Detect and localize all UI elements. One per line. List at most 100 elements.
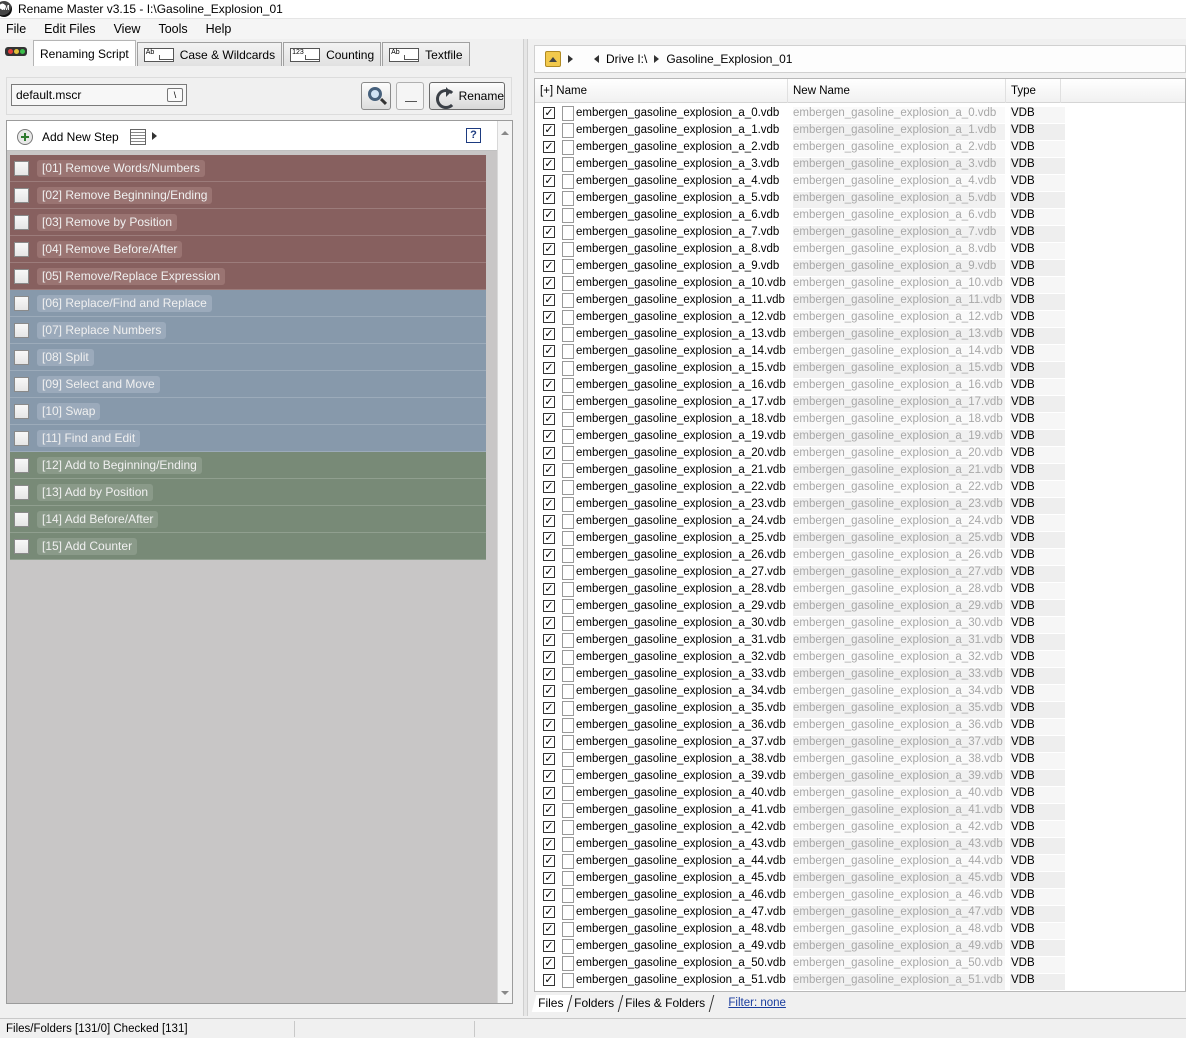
- step-checkbox[interactable]: [14, 539, 29, 554]
- file-checkbox[interactable]: ✓: [543, 651, 555, 663]
- file-row[interactable]: ✓ embergen_gasoline_explosion_a_37.vdb emb…: [535, 735, 1185, 752]
- file-checkbox[interactable]: ✓: [543, 311, 555, 323]
- file-row[interactable]: ✓ embergen_gasoline_explosion_a_25.vdb emb…: [535, 531, 1185, 548]
- tab-counting[interactable]: 123 Counting: [283, 42, 382, 66]
- file-checkbox[interactable]: ✓: [543, 617, 555, 629]
- file-row[interactable]: ✓ embergen_gasoline_explosion_a_19.vdb emb…: [535, 429, 1185, 446]
- file-checkbox[interactable]: ✓: [543, 175, 555, 187]
- file-row[interactable]: ✓ embergen_gasoline_explosion_a_20.vdb emb…: [535, 446, 1185, 463]
- file-row[interactable]: ✓ embergen_gasoline_explosion_a_41.vdb emb…: [535, 803, 1185, 820]
- scroll-up-icon[interactable]: [501, 127, 509, 135]
- file-checkbox[interactable]: ✓: [543, 787, 555, 799]
- file-row[interactable]: ✓ embergen_gasoline_explosion_a_51.vdb emb…: [535, 973, 1185, 990]
- file-row[interactable]: ✓ embergen_gasoline_explosion_a_31.vdb emb…: [535, 633, 1185, 650]
- file-checkbox[interactable]: ✓: [543, 141, 555, 153]
- step-checkbox[interactable]: [14, 323, 29, 338]
- file-row[interactable]: ✓ embergen_gasoline_explosion_a_44.vdb emb…: [535, 854, 1185, 871]
- file-checkbox[interactable]: ✓: [543, 379, 555, 391]
- folder-up-icon[interactable]: [545, 51, 561, 67]
- step-label[interactable]: [03] Remove by Position: [37, 214, 178, 231]
- file-checkbox[interactable]: ✓: [543, 413, 555, 425]
- step-item[interactable]: [03] Remove by Position: [10, 209, 486, 236]
- file-checkbox[interactable]: ✓: [543, 821, 555, 833]
- file-row[interactable]: ✓ embergen_gasoline_explosion_a_10.vdb emb…: [535, 276, 1185, 293]
- file-row[interactable]: ✓ embergen_gasoline_explosion_a_6.vdb embe…: [535, 208, 1185, 225]
- step-label[interactable]: [07] Replace Numbers: [37, 322, 167, 339]
- file-checkbox[interactable]: ✓: [543, 838, 555, 850]
- file-checkbox[interactable]: ✓: [543, 345, 555, 357]
- menu-edit-files[interactable]: Edit Files: [35, 22, 104, 36]
- step-label[interactable]: [01] Remove Words/Numbers: [37, 160, 205, 177]
- chevron-right-icon[interactable]: [568, 55, 573, 63]
- file-checkbox[interactable]: ✓: [543, 209, 555, 221]
- file-checkbox[interactable]: ✓: [543, 481, 555, 493]
- file-row[interactable]: ✓ embergen_gasoline_explosion_a_2.vdb embe…: [535, 140, 1185, 157]
- file-checkbox[interactable]: ✓: [543, 430, 555, 442]
- step-label[interactable]: [11] Find and Edit: [37, 430, 141, 447]
- file-checkbox[interactable]: ✓: [543, 889, 555, 901]
- step-item[interactable]: [07] Replace Numbers: [10, 317, 486, 344]
- step-checkbox[interactable]: [14, 269, 29, 284]
- step-label[interactable]: [15] Add Counter: [37, 538, 138, 555]
- step-item[interactable]: [10] Swap: [10, 398, 486, 425]
- file-row[interactable]: ✓ embergen_gasoline_explosion_a_8.vdb embe…: [535, 242, 1185, 259]
- file-row[interactable]: ✓ embergen_gasoline_explosion_a_42.vdb emb…: [535, 820, 1185, 837]
- step-item[interactable]: [13] Add by Position: [10, 479, 486, 506]
- step-item[interactable]: [14] Add Before/After: [10, 506, 486, 533]
- file-checkbox[interactable]: ✓: [543, 855, 555, 867]
- step-label[interactable]: [02] Remove Beginning/Ending: [37, 187, 213, 204]
- file-row[interactable]: ✓ embergen_gasoline_explosion_a_48.vdb emb…: [535, 922, 1185, 939]
- file-row[interactable]: ✓ embergen_gasoline_explosion_a_46.vdb emb…: [535, 888, 1185, 905]
- file-checkbox[interactable]: ✓: [543, 804, 555, 816]
- step-label[interactable]: [06] Replace/Find and Replace: [37, 295, 212, 312]
- file-checkbox[interactable]: ✓: [543, 107, 555, 119]
- step-item[interactable]: [15] Add Counter: [10, 533, 486, 560]
- step-checkbox[interactable]: [14, 296, 29, 311]
- column-new-name[interactable]: New Name: [788, 79, 1006, 103]
- step-list-icon[interactable]: [130, 129, 146, 145]
- step-item[interactable]: [09] Select and Move: [10, 371, 486, 398]
- file-checkbox[interactable]: ✓: [543, 294, 555, 306]
- file-row[interactable]: ✓ embergen_gasoline_explosion_a_5.vdb embe…: [535, 191, 1185, 208]
- file-checkbox[interactable]: ✓: [543, 872, 555, 884]
- menu-file[interactable]: File: [0, 22, 35, 36]
- file-row[interactable]: ✓ embergen_gasoline_explosion_a_12.vdb emb…: [535, 310, 1185, 327]
- tab-files-and-folders[interactable]: Files & Folders: [619, 994, 715, 1012]
- step-checkbox[interactable]: [14, 350, 29, 365]
- file-checkbox[interactable]: ✓: [543, 158, 555, 170]
- step-item[interactable]: [08] Split: [10, 344, 486, 371]
- file-row[interactable]: ✓ embergen_gasoline_explosion_a_30.vdb emb…: [535, 616, 1185, 633]
- browse-script-button[interactable]: \: [167, 88, 183, 102]
- help-icon[interactable]: ?: [466, 128, 481, 143]
- file-row[interactable]: ✓ embergen_gasoline_explosion_a_43.vdb emb…: [535, 837, 1185, 854]
- file-checkbox[interactable]: ✓: [543, 260, 555, 272]
- step-label[interactable]: [04] Remove Before/After: [37, 241, 183, 258]
- step-label[interactable]: [13] Add by Position: [37, 484, 154, 501]
- step-item[interactable]: [04] Remove Before/After: [10, 236, 486, 263]
- file-checkbox[interactable]: ✓: [543, 634, 555, 646]
- file-checkbox[interactable]: ✓: [543, 753, 555, 765]
- file-checkbox[interactable]: ✓: [543, 549, 555, 561]
- step-label[interactable]: [12] Add to Beginning/Ending: [37, 457, 202, 474]
- step-label[interactable]: [08] Split: [37, 349, 94, 366]
- step-item[interactable]: [02] Remove Beginning/Ending: [10, 182, 486, 209]
- file-checkbox[interactable]: ✓: [543, 906, 555, 918]
- file-checkbox[interactable]: ✓: [543, 685, 555, 697]
- file-checkbox[interactable]: ✓: [543, 277, 555, 289]
- file-row[interactable]: ✓ embergen_gasoline_explosion_a_49.vdb emb…: [535, 939, 1185, 956]
- step-item[interactable]: [11] Find and Edit: [10, 425, 486, 452]
- file-row[interactable]: ✓ embergen_gasoline_explosion_a_34.vdb emb…: [535, 684, 1185, 701]
- file-row[interactable]: ✓ embergen_gasoline_explosion_a_28.vdb emb…: [535, 582, 1185, 599]
- file-checkbox[interactable]: ✓: [543, 192, 555, 204]
- file-checkbox[interactable]: ✓: [543, 736, 555, 748]
- file-row[interactable]: ✓ embergen_gasoline_explosion_a_45.vdb emb…: [535, 871, 1185, 888]
- file-row[interactable]: ✓ embergen_gasoline_explosion_a_15.vdb emb…: [535, 361, 1185, 378]
- file-row[interactable]: ✓ embergen_gasoline_explosion_a_17.vdb emb…: [535, 395, 1185, 412]
- file-checkbox[interactable]: ✓: [543, 396, 555, 408]
- file-checkbox[interactable]: ✓: [543, 668, 555, 680]
- pane-splitter[interactable]: [523, 39, 528, 1016]
- file-checkbox[interactable]: ✓: [543, 226, 555, 238]
- file-checkbox[interactable]: ✓: [543, 923, 555, 935]
- file-row[interactable]: ✓ embergen_gasoline_explosion_a_13.vdb emb…: [535, 327, 1185, 344]
- file-row[interactable]: ✓ embergen_gasoline_explosion_a_36.vdb emb…: [535, 718, 1185, 735]
